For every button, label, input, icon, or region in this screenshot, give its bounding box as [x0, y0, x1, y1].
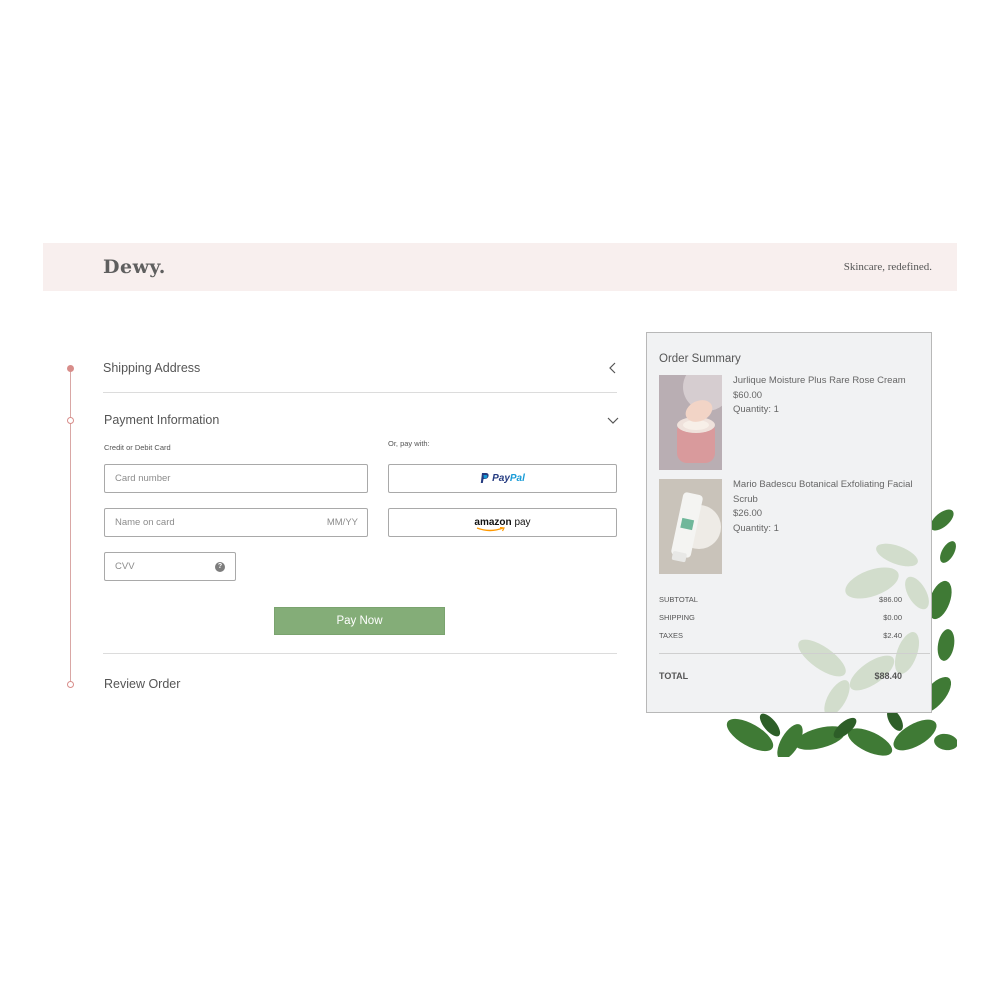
order-summary-title: Order Summary — [659, 353, 741, 365]
item-name[interactable]: Mario Badescu Botanical Exfoliating Faci… — [733, 478, 913, 507]
subtotal-label: SUBTOTAL — [659, 595, 698, 604]
paypal-text-pal: Pal — [509, 473, 525, 484]
shipping-step-title[interactable]: Shipping Address — [103, 361, 200, 375]
name-expiry-field[interactable]: Name on card MM/YY — [104, 508, 368, 537]
tagline: Skincare, redefined. — [843, 261, 932, 273]
site-header: Dewy. Skincare, redefined. — [43, 243, 957, 291]
total-value: $88.40 — [874, 671, 902, 681]
total-divider — [659, 653, 930, 654]
panel-leaf-decoration — [798, 543, 929, 712]
payment-step-title[interactable]: Payment Information — [104, 413, 219, 427]
step-dot-review — [67, 681, 74, 688]
step-dot-payment — [67, 417, 74, 424]
taxes-label: TAXES — [659, 631, 684, 640]
chevron-left-icon[interactable] — [606, 361, 620, 375]
amazon-pay-text: pay — [514, 517, 531, 528]
help-icon[interactable]: ? — [215, 562, 225, 572]
progress-line — [70, 368, 71, 684]
product-image-rose-cream[interactable] — [659, 375, 722, 470]
chevron-down-icon[interactable] — [606, 414, 620, 428]
name-on-card-placeholder: Name on card — [115, 517, 175, 528]
item-quantity: Quantity: 1 — [733, 404, 779, 415]
review-step-title[interactable]: Review Order — [104, 677, 180, 691]
card-number-placeholder: Card number — [115, 473, 171, 484]
paypal-button[interactable]: PayPal — [388, 464, 617, 493]
alt-payment-label: Or, pay with: — [388, 439, 430, 448]
line-item-2: Mario Badescu Botanical Exfoliating Faci… — [733, 478, 913, 536]
pay-now-button[interactable]: Pay Now — [274, 607, 445, 635]
divider — [103, 653, 617, 654]
product-image-facial-scrub[interactable] — [659, 479, 722, 574]
item-price: $60.00 — [733, 389, 763, 401]
item-price: $26.00 — [733, 508, 763, 519]
total-row: TOTAL $88.40 — [659, 671, 902, 681]
item-name[interactable]: Jurlique Moisture Plus Rare Rose Cream — [733, 374, 913, 389]
cvv-placeholder: CVV — [115, 561, 135, 572]
paypal-logo: PayPal — [480, 473, 525, 484]
cvv-field[interactable]: CVV ? — [104, 552, 236, 581]
paypal-text-pay: Pay — [492, 473, 510, 484]
line-item-1: Jurlique Moisture Plus Rare Rose Cream $… — [733, 374, 913, 418]
total-label: TOTAL — [659, 671, 689, 681]
step-dot-shipping — [67, 365, 74, 372]
divider — [103, 392, 617, 393]
shipping-label: SHIPPING — [659, 613, 695, 622]
expiry-placeholder: MM/YY — [326, 517, 358, 528]
amazon-pay-button[interactable]: amazon pay — [388, 508, 617, 537]
order-summary-panel: Order Summary Jurlique Moisture Plus Rar… — [646, 332, 932, 713]
logo[interactable]: Dewy. — [103, 256, 166, 278]
card-section-label: Credit or Debit Card — [104, 443, 171, 452]
amazon-pay-logo: amazon pay — [474, 517, 531, 532]
paypal-icon — [480, 473, 489, 483]
card-number-field[interactable]: Card number — [104, 464, 368, 493]
amazon-smile-icon — [477, 527, 506, 532]
